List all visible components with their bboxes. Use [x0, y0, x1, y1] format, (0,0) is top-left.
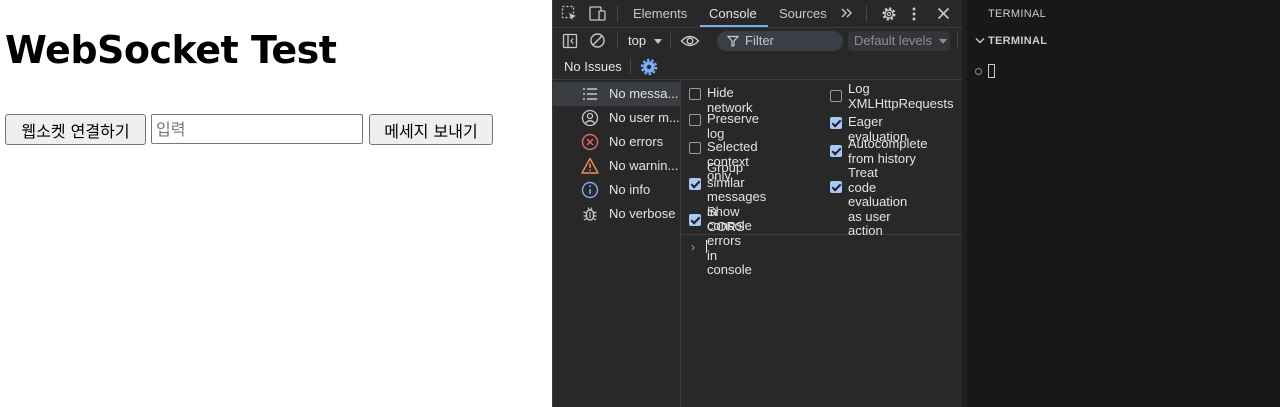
- info-icon: [581, 181, 599, 199]
- treat-code-evaluation-label: Treat code evaluation as user action: [848, 165, 908, 238]
- panel-divider[interactable]: [962, 0, 967, 407]
- sidebar-item-info[interactable]: No info: [553, 178, 680, 202]
- autocomplete-history-label: Autocomplete from history: [848, 136, 928, 166]
- sidebar-item-label: No errors: [609, 134, 664, 149]
- preserve-log-label: Preserve log: [707, 111, 760, 141]
- send-message-button[interactable]: 메세지 보내기: [369, 114, 493, 145]
- filter-icon: [727, 35, 739, 47]
- toolbar-divider: [670, 33, 671, 49]
- tab-elements[interactable]: Elements: [633, 0, 687, 28]
- clear-console-icon[interactable]: [589, 32, 606, 52]
- device-toolbar-icon[interactable]: [589, 5, 607, 25]
- more-tabs-icon[interactable]: [840, 6, 854, 23]
- devtools-tabbar: Elements Console Sources: [553, 0, 963, 28]
- treat-code-evaluation-checkbox[interactable]: [830, 181, 842, 193]
- toolbar-divider: [617, 33, 618, 49]
- toolbar-divider: [617, 6, 618, 22]
- group-similar-checkbox[interactable]: [689, 178, 701, 190]
- chevron-down-icon: [938, 38, 947, 44]
- preserve-log-checkbox[interactable]: [689, 114, 701, 126]
- sidebar-item-verbose[interactable]: No verbose: [553, 202, 680, 226]
- log-levels-dropdown[interactable]: Default levels: [848, 31, 950, 51]
- user-icon: [581, 109, 599, 127]
- sidebar-item-errors[interactable]: No errors: [553, 130, 680, 154]
- hide-network-checkbox[interactable]: [689, 88, 701, 100]
- live-expression-eye-icon[interactable]: [680, 33, 700, 52]
- connect-websocket-button[interactable]: 웹소켓 연결하기: [5, 114, 146, 145]
- inspect-element-icon[interactable]: [561, 5, 578, 25]
- bug-icon: [583, 207, 597, 221]
- issues-toolbar: No Issues: [553, 54, 963, 80]
- sidebar-item-label: No messa...: [609, 86, 679, 101]
- console-sidebar: No messa... No user m... No errors No wa…: [553, 81, 681, 407]
- toolbar-divider: [630, 59, 631, 75]
- issues-counter[interactable]: No Issues: [564, 54, 622, 80]
- terminal-panel: TERMINAL TERMINAL: [962, 0, 1280, 407]
- log-levels-value: Default levels: [854, 33, 933, 48]
- warning-icon: [581, 157, 599, 174]
- devtools-panel: Elements Console Sources top Filter Defa…: [552, 0, 963, 407]
- filter-input[interactable]: Filter: [717, 31, 843, 51]
- toolbar-divider: [866, 6, 867, 22]
- log-xmlhttprequests-checkbox[interactable]: [830, 90, 842, 102]
- webpage-viewport: WebSocket Test 웹소켓 연결하기 메세지 보내기: [0, 0, 552, 407]
- show-sidebar-icon[interactable]: [562, 33, 578, 52]
- message-input[interactable]: [151, 114, 363, 144]
- chevron-down-icon: [653, 38, 662, 44]
- sidebar-item-label: No warnin...: [609, 158, 679, 173]
- command-status-circle-icon: [975, 68, 982, 75]
- toolbar-divider: [957, 33, 958, 49]
- settings-gear-icon[interactable]: [880, 5, 898, 26]
- show-cors-errors-checkbox[interactable]: [689, 214, 701, 226]
- context-selector[interactable]: top: [628, 32, 662, 50]
- console-input-cursor[interactable]: [706, 240, 707, 253]
- filter-placeholder: Filter: [745, 33, 774, 48]
- console-toolbar: top Filter Default levels: [553, 28, 963, 54]
- console-settings-gear-icon[interactable]: [640, 58, 658, 79]
- sidebar-item-user-messages[interactable]: No user m...: [553, 106, 680, 130]
- selected-context-checkbox[interactable]: [689, 142, 701, 154]
- console-settings-pane: Hide network Preserve log Selected conte…: [681, 81, 963, 277]
- sidebar-item-warnings[interactable]: No warnin...: [553, 154, 680, 178]
- sidebar-item-messages[interactable]: No messa...: [553, 82, 680, 106]
- active-tab-indicator: [700, 25, 768, 27]
- eager-evaluation-checkbox[interactable]: [830, 117, 842, 129]
- sidebar-item-label: No info: [609, 182, 651, 197]
- terminal-section-header[interactable]: TERMINAL: [988, 35, 1047, 47]
- console-prompt-chevron-icon: ›: [691, 240, 695, 254]
- close-icon[interactable]: [937, 7, 950, 23]
- tab-console[interactable]: Console: [709, 0, 757, 28]
- show-cors-errors-label: Show CORS errors in console: [707, 204, 752, 277]
- chevron-down-icon[interactable]: [975, 37, 985, 45]
- more-options-icon[interactable]: [910, 6, 918, 25]
- terminal-cursor[interactable]: [988, 64, 995, 78]
- sidebar-item-label: No user m...: [609, 110, 679, 125]
- terminal-header-title: TERMINAL: [988, 8, 1047, 20]
- list-icon: [583, 88, 597, 100]
- page-title: WebSocket Test: [5, 28, 337, 72]
- context-value: top: [628, 33, 647, 48]
- log-xmlhttprequests-label: Log XMLHttpRequests: [848, 81, 954, 111]
- tab-sources[interactable]: Sources: [779, 0, 827, 28]
- sidebar-item-label: No verbose: [609, 206, 676, 221]
- autocomplete-history-checkbox[interactable]: [830, 145, 842, 157]
- error-icon: [581, 133, 599, 151]
